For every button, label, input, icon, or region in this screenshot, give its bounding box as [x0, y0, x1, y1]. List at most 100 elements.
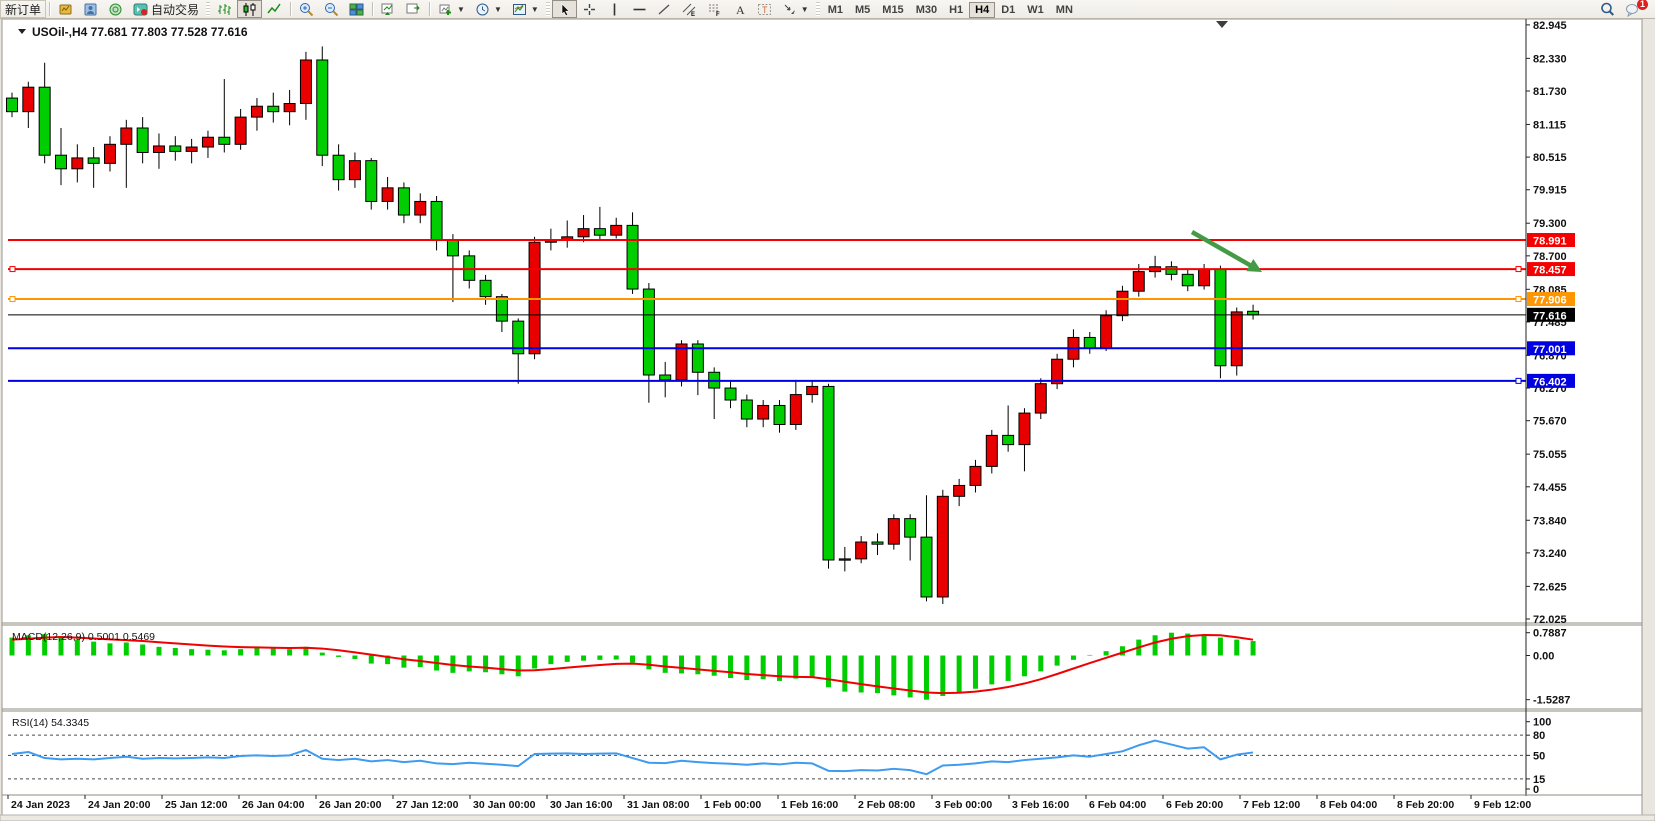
zoom-in-icon [299, 2, 314, 17]
chart-shift-button[interactable] [401, 0, 426, 18]
text-button[interactable]: A [727, 0, 752, 18]
rsi-tick-label: 0 [1533, 784, 1539, 796]
arrows-button[interactable]: ▼ [777, 0, 814, 18]
text-label-icon: T [757, 2, 772, 17]
market-watch-button[interactable] [53, 0, 78, 18]
crosshair-button[interactable] [577, 0, 602, 18]
chart-shift-icon [406, 2, 421, 17]
price-tick-label: 78.700 [1533, 251, 1567, 263]
chevron-down-icon: ▼ [801, 5, 809, 14]
time-tick-label: 25 Jan 12:00 [165, 799, 228, 811]
timeframe-d1-button[interactable]: D1 [995, 2, 1021, 18]
svg-text:77.906: 77.906 [1533, 295, 1567, 307]
arrange-windows-button[interactable] [376, 0, 401, 18]
line-handle[interactable] [10, 267, 15, 272]
time-tick-label: 31 Jan 08:00 [627, 799, 690, 811]
equidistant-channel-button[interactable]: E [677, 0, 702, 18]
chevron-down-icon: ▼ [494, 5, 502, 14]
toolbar-separator [290, 2, 291, 16]
tile-windows-button[interactable] [344, 0, 369, 18]
arrows-icon [782, 2, 797, 17]
toolbar-separator [429, 2, 430, 16]
svg-text:77.001: 77.001 [1533, 344, 1567, 356]
line-handle[interactable] [1516, 378, 1521, 383]
timeframe-w1-button[interactable]: W1 [1021, 2, 1050, 18]
price-tick-label: 79.915 [1533, 185, 1567, 197]
navigator-button[interactable] [78, 0, 103, 18]
line-handle[interactable] [1516, 267, 1521, 272]
price-tag-78.457: 78.457 [1527, 262, 1575, 277]
price-tick-label: 73.240 [1533, 548, 1567, 560]
arrange-windows-icon [381, 2, 396, 17]
search-button[interactable] [1595, 0, 1620, 18]
chart-background [2, 19, 1642, 815]
line-chart-button[interactable] [262, 0, 287, 18]
new-chart-button[interactable]: ▼ [433, 0, 470, 18]
line-handle[interactable] [1516, 297, 1521, 302]
chart-type-group [212, 0, 287, 18]
svg-text:76.402: 76.402 [1533, 376, 1567, 388]
text-label-button[interactable]: T [752, 0, 777, 18]
periods-icon [475, 2, 490, 17]
data-window-button[interactable] [103, 0, 128, 18]
equidistant-channel-icon: E [682, 2, 697, 17]
rsi-tick-label: 100 [1533, 717, 1551, 729]
zoom-in-button[interactable] [294, 0, 319, 18]
notification-badge: 1 [1637, 0, 1648, 10]
timeframe-h4-button[interactable]: H4 [969, 2, 995, 18]
periods-button[interactable]: ▼ [470, 0, 507, 18]
bar-chart-button[interactable] [212, 0, 237, 18]
timeframe-m5-button[interactable]: M5 [849, 2, 876, 18]
price-tick-label: 82.945 [1533, 20, 1567, 32]
horizontal-line-button[interactable] [627, 0, 652, 18]
timeframe-h1-button[interactable]: H1 [943, 2, 969, 18]
svg-text:T: T [762, 5, 768, 15]
price-tag-76.402: 76.402 [1527, 374, 1575, 389]
candlestick-chart-button[interactable] [237, 0, 262, 18]
time-tick-label: 2 Feb 08:00 [858, 799, 915, 811]
trendline-button[interactable] [652, 0, 677, 18]
time-tick-label: 30 Jan 16:00 [550, 799, 613, 811]
zoom-out-icon [324, 2, 339, 17]
macd-tick-label: 0.00 [1533, 651, 1554, 663]
timeframe-m30-button[interactable]: M30 [910, 2, 943, 18]
price-tick-label: 74.455 [1533, 482, 1567, 494]
time-tick-label: 7 Feb 12:00 [1243, 799, 1300, 811]
notifications-button[interactable]: 1 [1620, 0, 1645, 18]
macd-tick-label: 0.7887 [1533, 628, 1567, 640]
timeframe-mn-button[interactable]: MN [1050, 2, 1079, 18]
toolbar-grip [546, 2, 550, 16]
price-tick-label: 75.055 [1533, 449, 1567, 461]
time-tick-label: 26 Jan 04:00 [242, 799, 305, 811]
fibonacci-button[interactable]: F [702, 0, 727, 18]
fibonacci-icon: F [707, 2, 722, 17]
rsi-tick-label: 50 [1533, 750, 1545, 762]
price-tick-label: 72.625 [1533, 581, 1567, 593]
price-tick-label: 81.730 [1533, 86, 1567, 98]
timeframe-m15-button[interactable]: M15 [876, 2, 909, 18]
auto-trading-label: 自动交易 [151, 1, 199, 18]
vertical-line-button[interactable] [602, 0, 627, 18]
timeframe-m1-button[interactable]: M1 [822, 2, 849, 18]
templates-button[interactable]: ▼ [507, 0, 544, 18]
price-tag-78.991: 78.991 [1527, 233, 1575, 248]
line-chart-icon [267, 2, 282, 17]
chart-window: USOil-,H4 77.681 77.803 77.528 77.616MAC… [0, 0, 1655, 821]
toolbar-separator [372, 2, 373, 16]
price-tick-label: 72.025 [1533, 614, 1567, 626]
new-chart-icon [438, 2, 453, 17]
candlestick-chart-icon [242, 2, 257, 17]
macd-tick-label: -1.5287 [1533, 695, 1570, 707]
chevron-down-icon: ▼ [457, 5, 465, 14]
line-handle[interactable] [10, 297, 15, 302]
auto-trading-button[interactable]: 自动交易 [128, 0, 204, 18]
cursor-button[interactable] [552, 0, 577, 18]
time-tick-label: 27 Jan 12:00 [396, 799, 459, 811]
time-tick-label: 26 Jan 20:00 [319, 799, 382, 811]
zoom-out-button[interactable] [319, 0, 344, 18]
object-group: ▼ ▼ ▼ [433, 0, 544, 18]
auto-trading-icon [133, 2, 148, 17]
price-tick-label: 81.115 [1533, 119, 1566, 131]
time-tick-label: 6 Feb 20:00 [1166, 799, 1223, 811]
new-order-button[interactable]: 新订单 [0, 0, 46, 18]
